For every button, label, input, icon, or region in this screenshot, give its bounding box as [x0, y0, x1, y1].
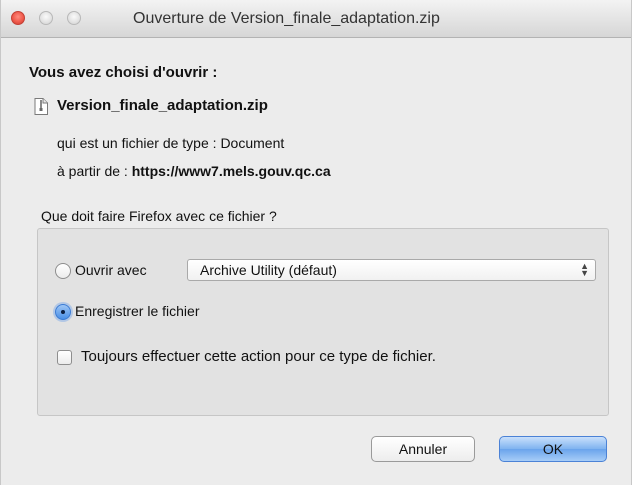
open-with-label[interactable]: Ouvrir avec — [75, 262, 147, 278]
action-question: Que doit faire Firefox avec ce fichier ? — [41, 208, 277, 224]
file-source-line: à partir de : https://www7.mels.gouv.qc.… — [57, 163, 331, 179]
dialog-heading: Vous avez choisi d'ouvrir : — [29, 64, 218, 81]
file-type-label: qui est un fichier de type : — [57, 135, 217, 151]
cancel-button[interactable]: Annuler — [371, 436, 475, 462]
open-with-radio[interactable] — [55, 263, 71, 279]
minimize-window-button[interactable] — [39, 11, 53, 25]
always-do-this-label[interactable]: Toujours effectuer cette action pour ce … — [81, 348, 436, 365]
file-source-label: à partir de : — [57, 163, 128, 179]
radio-selected-dot — [61, 310, 65, 314]
action-group-box — [37, 228, 609, 416]
download-dialog: Ouverture de Version_finale_adaptation.z… — [0, 0, 632, 485]
always-do-this-checkbox[interactable] — [57, 350, 72, 365]
close-window-button[interactable] — [11, 11, 25, 25]
select-updown-icon: ▲ ▼ — [580, 261, 589, 278]
file-type-line: qui est un fichier de type : Document — [57, 135, 284, 151]
application-select[interactable]: Archive Utility (défaut) ▲ ▼ — [187, 259, 596, 281]
title-bar[interactable]: Ouverture de Version_finale_adaptation.z… — [1, 0, 631, 38]
file-name: Version_finale_adaptation.zip — [57, 97, 268, 114]
window-title: Ouverture de Version_finale_adaptation.z… — [133, 10, 440, 27]
application-select-value: Archive Utility (défaut) — [200, 262, 337, 278]
save-file-label[interactable]: Enregistrer le fichier — [75, 303, 200, 319]
file-type-value: Document — [220, 135, 285, 151]
ok-button[interactable]: OK — [499, 436, 607, 462]
save-file-radio[interactable] — [55, 304, 71, 320]
document-icon — [34, 98, 48, 115]
maximize-window-button[interactable] — [67, 11, 81, 25]
file-source-url: https://www7.mels.gouv.qc.ca — [131, 163, 331, 179]
